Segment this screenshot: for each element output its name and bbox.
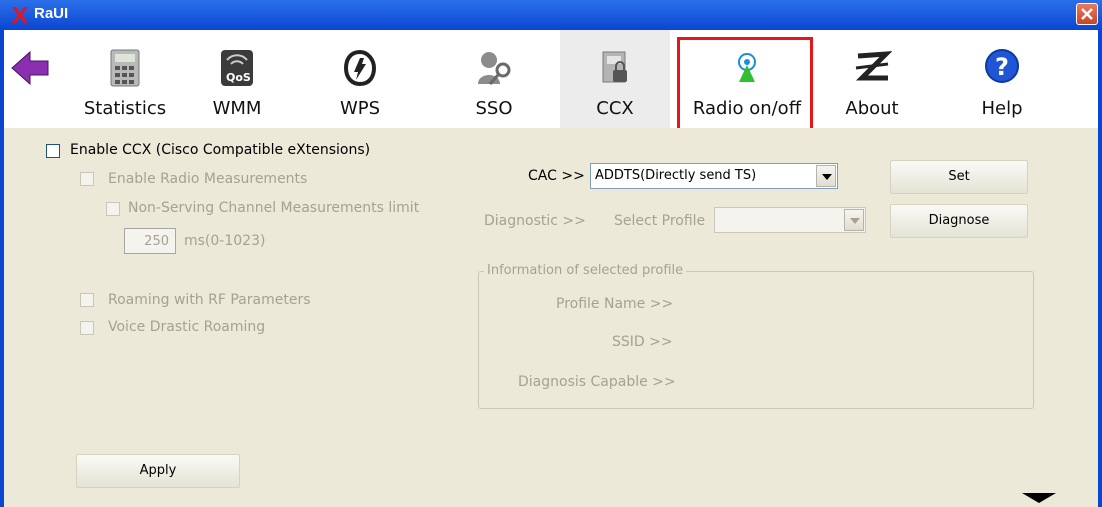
title-bar: RaUI (0, 0, 1102, 30)
toolbar-help[interactable]: ? Help (964, 30, 1040, 128)
wps-icon (343, 49, 377, 87)
apply-button[interactable]: Apply (76, 454, 240, 488)
profile-dropdown-button[interactable] (844, 209, 864, 231)
cac-select-value: ADDTS(Directly send TS) (595, 168, 757, 183)
svg-text:QoS: QoS (226, 71, 251, 84)
toolbar-label: CCX (596, 98, 634, 119)
diagnose-button[interactable]: Diagnose (890, 204, 1028, 238)
chevron-down-icon (850, 218, 860, 224)
toolbar-label: WPS (339, 98, 381, 119)
window-right-border (1098, 30, 1102, 507)
close-icon (1081, 8, 1093, 20)
ssid-label: SSID >> (612, 334, 673, 350)
toolbar-wmm[interactable]: QoS WMM (194, 30, 280, 128)
raui-logo-icon (12, 7, 28, 23)
help-icon: ? (985, 49, 1019, 83)
toolbar-label: WMM (212, 98, 262, 119)
enable-radio-label: Enable Radio Measurements (108, 171, 308, 187)
toolbar-wps[interactable]: WPS (320, 30, 400, 128)
toolbar-label: Statistics (83, 98, 167, 119)
window-title: RaUI (34, 5, 69, 22)
svg-text:?: ? (995, 53, 1009, 81)
diagnostic-label: Diagnostic >> (484, 213, 586, 229)
toolbar-label: Help (981, 98, 1023, 119)
roaming-rf-checkbox[interactable] (80, 293, 94, 307)
non-serving-label: Non-Serving Channel Measurements limit (128, 200, 420, 216)
calculator-icon (110, 49, 140, 87)
enable-ccx-label: Enable CCX (Cisco Compatible eXtensions) (70, 142, 371, 158)
toolbar: Statistics QoS WMM WPS SSO CCX Radio on/… (4, 30, 1098, 128)
profile-info-title: Information of selected profile (484, 263, 687, 278)
cac-label: CAC >> (528, 168, 585, 184)
limit-unit: ms(0-1023) (184, 233, 266, 249)
cac-select[interactable]: ADDTS(Directly send TS) (590, 163, 838, 189)
scroll-down-arrow-icon[interactable] (1022, 493, 1056, 503)
profile-name-label: Profile Name >> (556, 296, 674, 312)
diagnosis-capable-label: Diagnosis Capable >> (518, 374, 676, 390)
toolbar-sso[interactable]: SSO (456, 30, 532, 128)
voice-roaming-checkbox[interactable] (80, 321, 94, 335)
toolbar-label: About (845, 98, 899, 119)
user-key-icon (478, 52, 511, 85)
voice-roaming-label: Voice Drastic Roaming (108, 319, 266, 335)
non-serving-checkbox[interactable] (106, 202, 120, 216)
toolbar-about[interactable]: About (834, 30, 910, 128)
toolbar-ccx[interactable]: CCX (560, 30, 670, 128)
toolbar-statistics[interactable]: Statistics (74, 30, 176, 128)
ccx-lock-icon (602, 51, 627, 83)
enable-radio-checkbox[interactable] (80, 172, 94, 186)
limit-input[interactable]: 250 (124, 228, 176, 254)
back-arrow-icon[interactable] (10, 48, 50, 88)
enable-ccx-checkbox[interactable] (46, 144, 60, 158)
ccx-panel: Enable CCX (Cisco Compatible eXtensions)… (4, 128, 1098, 507)
set-button[interactable]: Set (890, 160, 1028, 194)
qos-signal-icon: QoS (221, 50, 253, 86)
toolbar-label: SSO (475, 98, 513, 119)
select-profile-label: Select Profile (614, 213, 706, 229)
profile-select[interactable] (714, 207, 866, 233)
roaming-rf-label: Roaming with RF Parameters (108, 292, 311, 308)
cac-dropdown-button[interactable] (816, 165, 836, 187)
chevron-down-icon (822, 174, 832, 180)
close-button[interactable] (1076, 3, 1098, 25)
about-z-icon (855, 51, 892, 81)
